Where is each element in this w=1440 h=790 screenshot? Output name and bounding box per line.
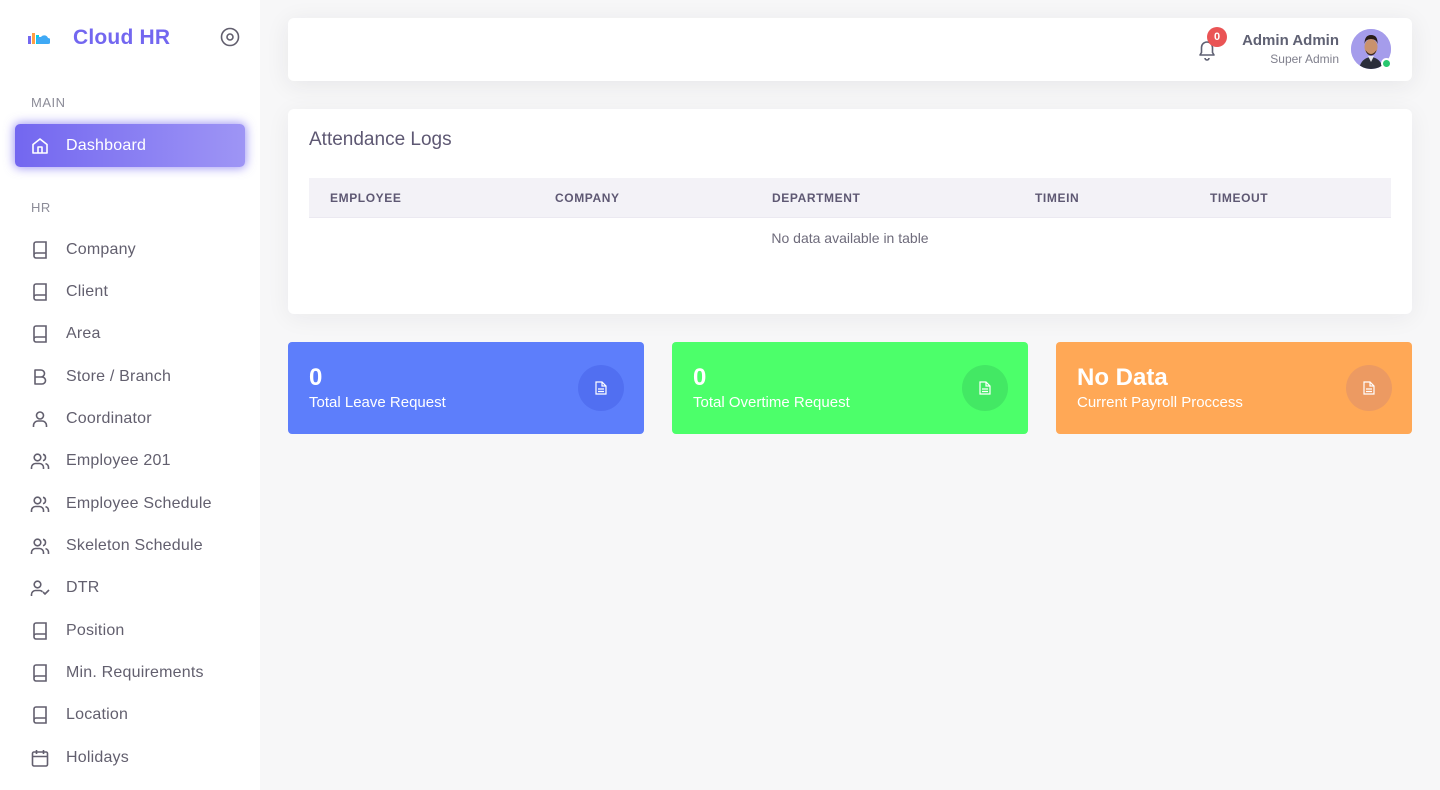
sidebar-item-label: Min. Requirements — [66, 664, 204, 681]
section-label-hr: HR — [31, 200, 51, 215]
sidebar-item-label: Area — [66, 325, 101, 342]
users-icon — [30, 451, 50, 471]
card-title: Attendance Logs — [309, 129, 452, 150]
sidebar-item-label: Client — [66, 283, 109, 300]
sidebar-toggle-icon[interactable] — [220, 27, 240, 47]
sidebar-item-position[interactable]: Position — [15, 611, 245, 651]
user-name[interactable]: Admin Admin — [1242, 32, 1339, 49]
book-icon — [30, 240, 50, 260]
sidebar-item-label: Dashboard — [66, 136, 147, 154]
column-header-company[interactable]: COMPANY — [555, 191, 620, 205]
sidebar-item-skeleton-schedule[interactable]: Skeleton Schedule — [15, 526, 245, 566]
sidebar-item-label: Position — [66, 622, 125, 639]
stat-value: No Data — [1077, 364, 1168, 391]
stat-label: Total Leave Request — [309, 394, 446, 411]
book-icon — [30, 324, 50, 344]
sidebar-item-label: Employee 201 — [66, 452, 171, 469]
document-icon — [1346, 365, 1392, 411]
book-icon — [30, 663, 50, 683]
brand[interactable]: Cloud HR — [28, 22, 170, 54]
column-header-timein[interactable]: TIMEIN — [1035, 191, 1079, 205]
document-icon — [578, 365, 624, 411]
stat-tile-payroll-process[interactable]: No Data Current Payroll Proccess — [1056, 342, 1412, 434]
sidebar: Cloud HR MAIN Dashboard HR Company Clien… — [0, 0, 260, 790]
stat-value: 0 — [309, 364, 323, 391]
user-role: Super Admin — [1270, 52, 1339, 66]
online-status-dot — [1381, 58, 1392, 69]
sidebar-item-location[interactable]: Location — [15, 695, 245, 735]
column-header-timeout[interactable]: TIMEOUT — [1210, 191, 1268, 205]
stat-label: Current Payroll Proccess — [1077, 394, 1243, 411]
user-check-icon — [30, 578, 50, 598]
sidebar-item-employee-201[interactable]: Employee 201 — [15, 441, 245, 481]
book-icon — [30, 282, 50, 302]
notification-count-badge: 0 — [1207, 27, 1227, 47]
table-header: EMPLOYEE COMPANY DEPARTMENT TIMEIN TIMEO… — [309, 178, 1391, 218]
users-icon — [30, 536, 50, 556]
sidebar-item-store-branch[interactable]: Store / Branch — [15, 357, 245, 397]
column-header-employee[interactable]: EMPLOYEE — [330, 191, 401, 205]
sidebar-item-min-requirements[interactable]: Min. Requirements — [15, 653, 245, 693]
cloud-logo-icon — [28, 30, 51, 46]
sidebar-item-client[interactable]: Client — [15, 272, 245, 312]
calendar-icon — [30, 748, 50, 768]
sidebar-item-employee-schedule[interactable]: Employee Schedule — [15, 484, 245, 524]
topbar: 0 Admin Admin Super Admin — [288, 18, 1412, 81]
sidebar-item-coordinator[interactable]: Coordinator — [15, 399, 245, 439]
stat-value: 0 — [693, 364, 707, 391]
sidebar-item-holidays[interactable]: Holidays — [15, 738, 245, 778]
sidebar-item-dtr[interactable]: DTR — [15, 568, 245, 608]
sidebar-item-label: Skeleton Schedule — [66, 537, 203, 554]
book-icon — [30, 705, 50, 725]
stat-tile-overtime-request[interactable]: 0 Total Overtime Request — [672, 342, 1028, 434]
sidebar-item-label: Company — [66, 241, 136, 258]
bold-b-icon — [30, 367, 50, 387]
user-icon — [30, 409, 50, 429]
users-icon — [30, 494, 50, 514]
sidebar-item-label: DTR — [66, 579, 100, 596]
sidebar-item-area[interactable]: Area — [15, 314, 245, 354]
book-icon — [30, 621, 50, 641]
document-icon — [962, 365, 1008, 411]
attendance-logs-card: Attendance Logs EMPLOYEE COMPANY DEPARTM… — [288, 109, 1412, 314]
sidebar-item-company[interactable]: Company — [15, 230, 245, 270]
sidebar-item-label: Coordinator — [66, 410, 152, 427]
sidebar-item-label: Location — [66, 706, 129, 723]
section-label-main: MAIN — [31, 95, 66, 110]
stat-tile-leave-request[interactable]: 0 Total Leave Request — [288, 342, 644, 434]
home-icon — [30, 136, 50, 156]
sidebar-item-label: Employee Schedule — [66, 495, 212, 512]
sidebar-item-label: Holidays — [66, 749, 129, 766]
stat-label: Total Overtime Request — [693, 394, 850, 411]
table-empty-message: No data available in table — [771, 230, 929, 246]
sidebar-item-label: Store / Branch — [66, 368, 172, 385]
app-title: Cloud HR — [73, 26, 171, 49]
column-header-department[interactable]: DEPARTMENT — [772, 191, 860, 205]
sidebar-item-dashboard[interactable]: Dashboard — [15, 124, 245, 167]
